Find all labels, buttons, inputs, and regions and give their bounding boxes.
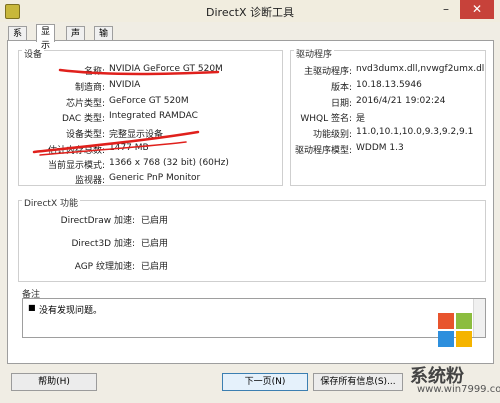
minimize-button[interactable]: – (434, 0, 458, 20)
monitor-label: 监视器: (74, 176, 105, 186)
direct3d-value: 已启用 (141, 239, 169, 249)
dac-type-label: DAC 类型: (62, 114, 105, 124)
memory-total-value: 1477 MB (109, 143, 149, 153)
directx-features-title: DirectX 功能 (22, 196, 80, 209)
device-name-value: NVIDIA GeForce GT 520M (109, 64, 223, 74)
memory-total-label: 估计内存总数: (47, 146, 105, 156)
driver-model-value: WDDM 1.3 (356, 143, 404, 153)
display-mode-label: 当前显示模式: (47, 161, 105, 171)
display-mode-value: 1366 x 768 (32 bit) (60Hz) (109, 158, 229, 168)
chip-type-value: GeForce GT 520M (109, 96, 189, 106)
main-driver-value: nvd3dumx.dll,nvwgf2umx.dll,nvwgf2 (356, 64, 484, 74)
save-all-button[interactable]: 保存所有信息(S)... (313, 373, 403, 391)
watermark-url: www.win7999.com (417, 384, 500, 395)
whql-value: 是 (356, 114, 366, 124)
chip-type-label: 芯片类型: (65, 99, 105, 109)
date-value: 2016/4/21 19:02:24 (356, 96, 446, 106)
tab-sound[interactable]: 声音 (66, 26, 86, 53)
whql-label: WHQL 签名: (300, 114, 352, 124)
agp-texture-label: AGP 纹理加速: (74, 262, 135, 272)
tab-input[interactable]: 输入 (94, 26, 114, 53)
dac-type-value: Integrated RAMDAC (109, 111, 198, 121)
device-name-label: 名称: (83, 67, 105, 77)
agp-texture-value: 已启用 (141, 262, 169, 272)
window-title: DirectX 诊断工具 (206, 6, 294, 19)
version-value: 10.18.13.5946 (356, 80, 422, 90)
directdraw-value: 已启用 (141, 216, 169, 226)
date-label: 日期: (330, 99, 352, 109)
notes-box[interactable]: ■ 没有发现问题。 (22, 298, 486, 338)
device-type-value: 完整显示设备 (109, 130, 164, 140)
monitor-value: Generic PnP Monitor (109, 173, 201, 183)
version-label: 版本: (330, 83, 352, 93)
help-button[interactable]: 帮助(H) (11, 373, 97, 391)
device-type-label: 设备类型: (65, 130, 105, 140)
feature-levels-label: 功能级别: (312, 130, 352, 140)
driver-model-label: 驱动程序模型: (294, 146, 352, 156)
feature-levels-value: 11.0,10.1,10.0,9.3,9.2,9.1 (356, 127, 474, 137)
windows-logo-watermark (418, 307, 488, 362)
close-button[interactable]: ✕ (460, 0, 494, 19)
next-page-button[interactable]: 下一页(N) (222, 373, 308, 391)
direct3d-label: Direct3D 加速: (71, 239, 136, 249)
directdraw-label: DirectDraw 加速: (60, 216, 135, 226)
manufacturer-label: 制造商: (74, 83, 105, 93)
bullet-icon: ■ (28, 303, 36, 312)
title-bar: DirectX 诊断工具 – ✕ (0, 0, 500, 22)
notes-text: 没有发现问题。 (39, 306, 103, 316)
driver-group-title: 驱动程序 (294, 47, 335, 60)
main-driver-label: 主驱动程序: (303, 67, 352, 77)
tab-system[interactable]: 系统 (8, 26, 28, 53)
tab-display[interactable]: 显示 (36, 24, 56, 51)
manufacturer-value: NVIDIA (109, 80, 141, 90)
